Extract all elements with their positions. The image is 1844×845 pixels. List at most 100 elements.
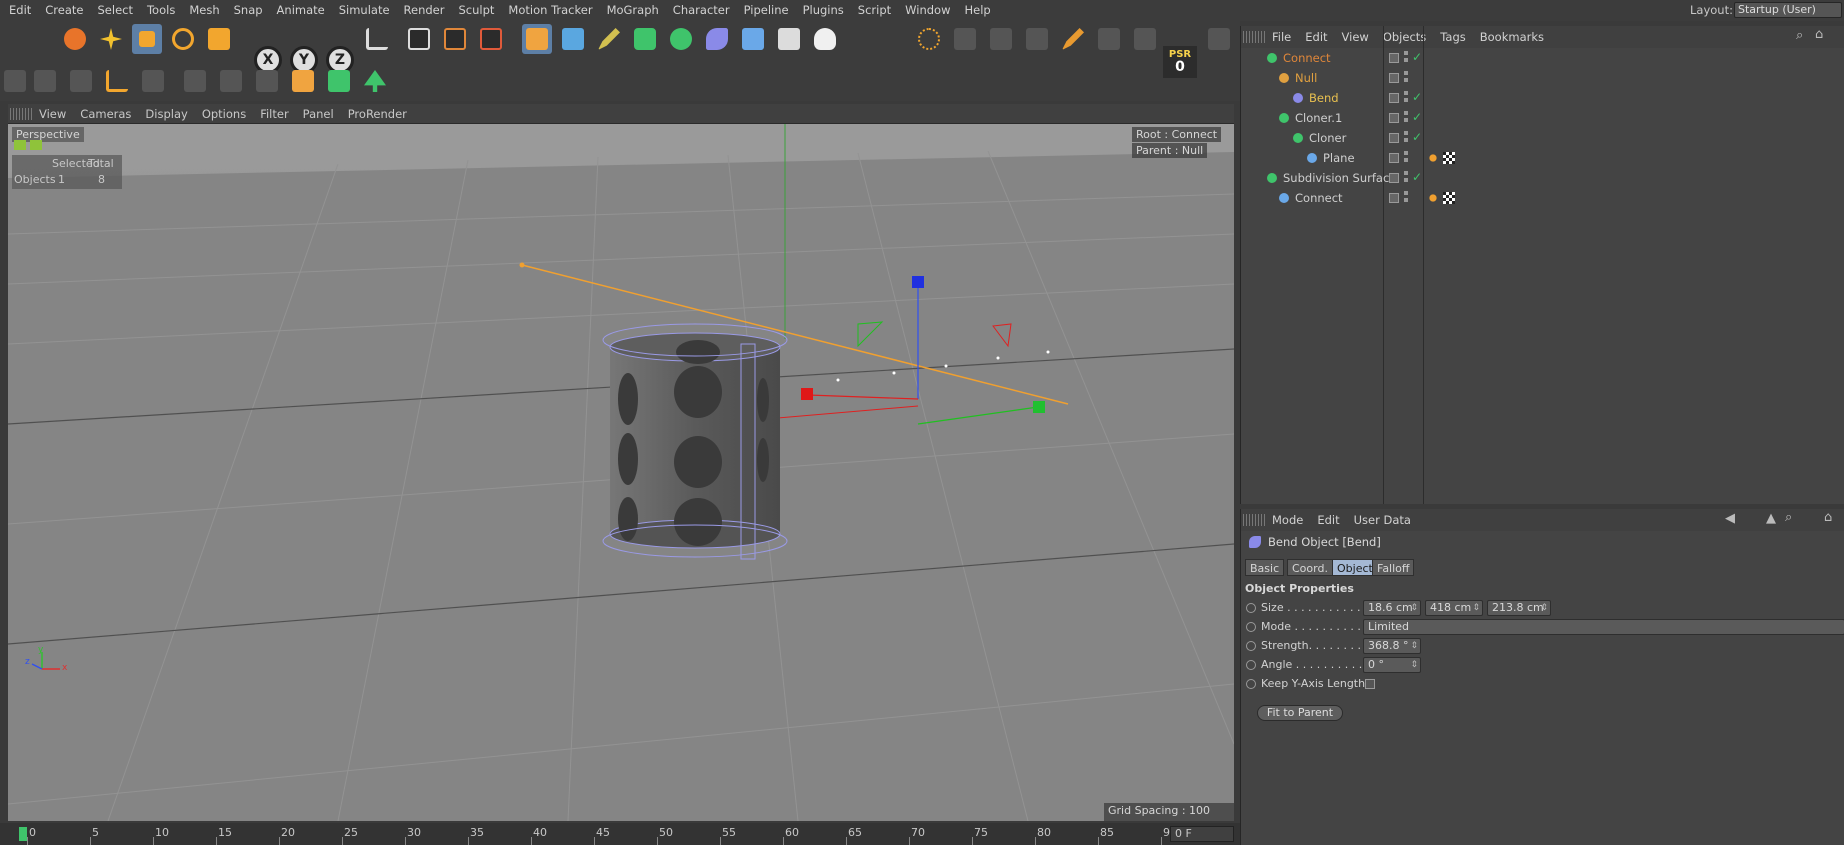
menu-help[interactable]: Help bbox=[958, 0, 998, 21]
layer-toggle-icon[interactable] bbox=[1389, 73, 1399, 83]
up-arrow-icon[interactable]: ▲ bbox=[1766, 511, 1776, 526]
layer-toggle-icon[interactable] bbox=[1389, 133, 1399, 143]
object-row[interactable]: Null bbox=[1241, 68, 1844, 88]
object-name[interactable]: Cloner bbox=[1309, 131, 1346, 145]
axis-mode-icon[interactable] bbox=[66, 66, 96, 96]
object-name[interactable]: Connect bbox=[1295, 191, 1343, 205]
viewport-menu-view[interactable]: View bbox=[32, 107, 73, 121]
mode-anim-toggle[interactable] bbox=[1246, 622, 1256, 632]
current-frame-field[interactable]: 0 F bbox=[1170, 826, 1234, 842]
edges-mode-icon[interactable] bbox=[950, 24, 980, 54]
menu-mesh[interactable]: Mesh bbox=[182, 0, 226, 21]
enabled-check-icon[interactable]: ✓ bbox=[1412, 110, 1422, 124]
object-row[interactable]: Bend ✓ bbox=[1241, 88, 1844, 108]
layer-toggle-icon[interactable] bbox=[1389, 153, 1399, 163]
object-row[interactable]: Subdivision Surface ✓ bbox=[1241, 168, 1844, 188]
timeline-ruler[interactable]: 051015202530354045505560657075808590 0 F bbox=[0, 823, 1240, 845]
om-menu-edit[interactable]: Edit bbox=[1298, 30, 1334, 44]
menu-animate[interactable]: Animate bbox=[270, 0, 332, 21]
pen-spline-icon[interactable] bbox=[594, 24, 624, 54]
layer-toggle-icon[interactable] bbox=[1389, 53, 1399, 63]
om-menu-view[interactable]: View bbox=[1335, 30, 1376, 44]
angle-field[interactable]: 0 ° bbox=[1363, 657, 1421, 673]
object-row[interactable]: Cloner.1 ✓ bbox=[1241, 108, 1844, 128]
object-row[interactable]: Connect ✓ bbox=[1241, 48, 1844, 68]
menu-plugins[interactable]: Plugins bbox=[796, 0, 851, 21]
move-tool-icon[interactable] bbox=[96, 24, 126, 54]
menu-mograph[interactable]: MoGraph bbox=[600, 0, 666, 21]
visibility-dots-icon[interactable] bbox=[1404, 111, 1408, 125]
menu-character[interactable]: Character bbox=[666, 0, 737, 21]
layer-icon[interactable] bbox=[252, 66, 282, 96]
cloner-icon[interactable] bbox=[666, 24, 696, 54]
enabled-check-icon[interactable]: ✓ bbox=[1412, 50, 1422, 64]
texture-mode-icon[interactable] bbox=[30, 66, 60, 96]
menu-render[interactable]: Render bbox=[397, 0, 452, 21]
om-menu-file[interactable]: File bbox=[1265, 30, 1298, 44]
strength-anim-toggle[interactable] bbox=[1246, 641, 1256, 651]
model-mode-icon[interactable] bbox=[0, 66, 30, 96]
viewport-menu-filter[interactable]: Filter bbox=[253, 107, 295, 121]
render-picture-viewer-icon[interactable] bbox=[440, 24, 470, 54]
visibility-dots-icon[interactable] bbox=[1404, 171, 1408, 185]
am-menu-user-data[interactable]: User Data bbox=[1347, 513, 1418, 527]
om-drag-handle-icon[interactable] bbox=[1243, 31, 1265, 43]
keep-y-anim-toggle[interactable] bbox=[1246, 679, 1256, 689]
am-menu-edit[interactable]: Edit bbox=[1310, 513, 1346, 527]
menu-sculpt[interactable]: Sculpt bbox=[452, 0, 502, 21]
fit-to-parent-button[interactable]: Fit to Parent bbox=[1257, 705, 1343, 721]
om-menu-objects[interactable]: Objects bbox=[1376, 30, 1433, 44]
primitive-cube-icon[interactable] bbox=[558, 24, 588, 54]
viewport-menu-cameras[interactable]: Cameras bbox=[73, 107, 138, 121]
visibility-dots-icon[interactable] bbox=[1404, 191, 1408, 205]
export-icon[interactable] bbox=[288, 66, 318, 96]
strength-field[interactable]: 368.8 ° bbox=[1363, 638, 1421, 654]
search-icon[interactable]: ⌕ bbox=[1796, 28, 1803, 43]
visibility-dots-icon[interactable] bbox=[1404, 71, 1408, 85]
grid-snap-icon[interactable] bbox=[216, 66, 246, 96]
object-row[interactable]: Connect bbox=[1241, 188, 1844, 208]
menu-select[interactable]: Select bbox=[91, 0, 140, 21]
tab-object[interactable]: Object bbox=[1332, 559, 1378, 576]
workplane-icon[interactable] bbox=[1130, 24, 1160, 54]
mode-dropdown[interactable]: Limited bbox=[1363, 619, 1844, 635]
back-arrow-icon[interactable]: ◀ bbox=[1725, 511, 1735, 526]
object-name[interactable]: Subdivision Surface bbox=[1283, 171, 1396, 185]
viewport-menu-options[interactable]: Options bbox=[195, 107, 253, 121]
sculpt-brush-icon[interactable] bbox=[1058, 24, 1088, 54]
viewport-menu-display[interactable]: Display bbox=[138, 107, 194, 121]
am-menu-mode[interactable]: Mode bbox=[1265, 513, 1310, 527]
object-name[interactable]: Null bbox=[1295, 71, 1317, 85]
visibility-dots-icon[interactable] bbox=[1404, 151, 1408, 165]
tab-basic[interactable]: Basic bbox=[1245, 559, 1285, 576]
visibility-dots-icon[interactable] bbox=[1404, 51, 1408, 65]
light-icon[interactable] bbox=[810, 24, 840, 54]
menu-motion-tracker[interactable]: Motion Tracker bbox=[501, 0, 599, 21]
deformer-bend-icon[interactable] bbox=[702, 24, 732, 54]
menu-tools[interactable]: Tools bbox=[140, 0, 182, 21]
object-row[interactable]: Plane bbox=[1241, 148, 1844, 168]
phong-tag-icon[interactable] bbox=[1427, 152, 1439, 164]
workplane-mode-icon[interactable] bbox=[138, 66, 168, 96]
polygons-mode-icon[interactable] bbox=[986, 24, 1016, 54]
visibility-dots-icon[interactable] bbox=[1404, 91, 1408, 105]
am-home-icon[interactable]: ⌂ bbox=[1824, 510, 1832, 525]
rotate-tool-icon[interactable] bbox=[168, 24, 198, 54]
object-name[interactable]: Connect bbox=[1283, 51, 1331, 65]
psr-indicator[interactable]: PSR 0 bbox=[1163, 46, 1197, 78]
layer-toggle-icon[interactable] bbox=[1389, 93, 1399, 103]
solo-icon[interactable] bbox=[180, 66, 210, 96]
viewport-perspective[interactable]: Perspective Selected Total Objects 1 8 R… bbox=[8, 124, 1234, 821]
om-menu-bookmarks[interactable]: Bookmarks bbox=[1473, 30, 1551, 44]
lock-icon[interactable] bbox=[1204, 24, 1234, 54]
menu-create[interactable]: Create bbox=[38, 0, 90, 21]
visibility-dots-icon[interactable] bbox=[1404, 131, 1408, 145]
render-settings-icon[interactable] bbox=[476, 24, 506, 54]
viewport-menu-panel[interactable]: Panel bbox=[296, 107, 341, 121]
om-menu-tags[interactable]: Tags bbox=[1433, 30, 1472, 44]
am-search-icon[interactable]: ⌕ bbox=[1785, 510, 1792, 525]
menu-simulate[interactable]: Simulate bbox=[332, 0, 397, 21]
enabled-check-icon[interactable]: ✓ bbox=[1412, 90, 1422, 104]
tweak-mode-icon[interactable] bbox=[102, 66, 132, 96]
enabled-check-icon[interactable]: ✓ bbox=[1412, 170, 1422, 184]
